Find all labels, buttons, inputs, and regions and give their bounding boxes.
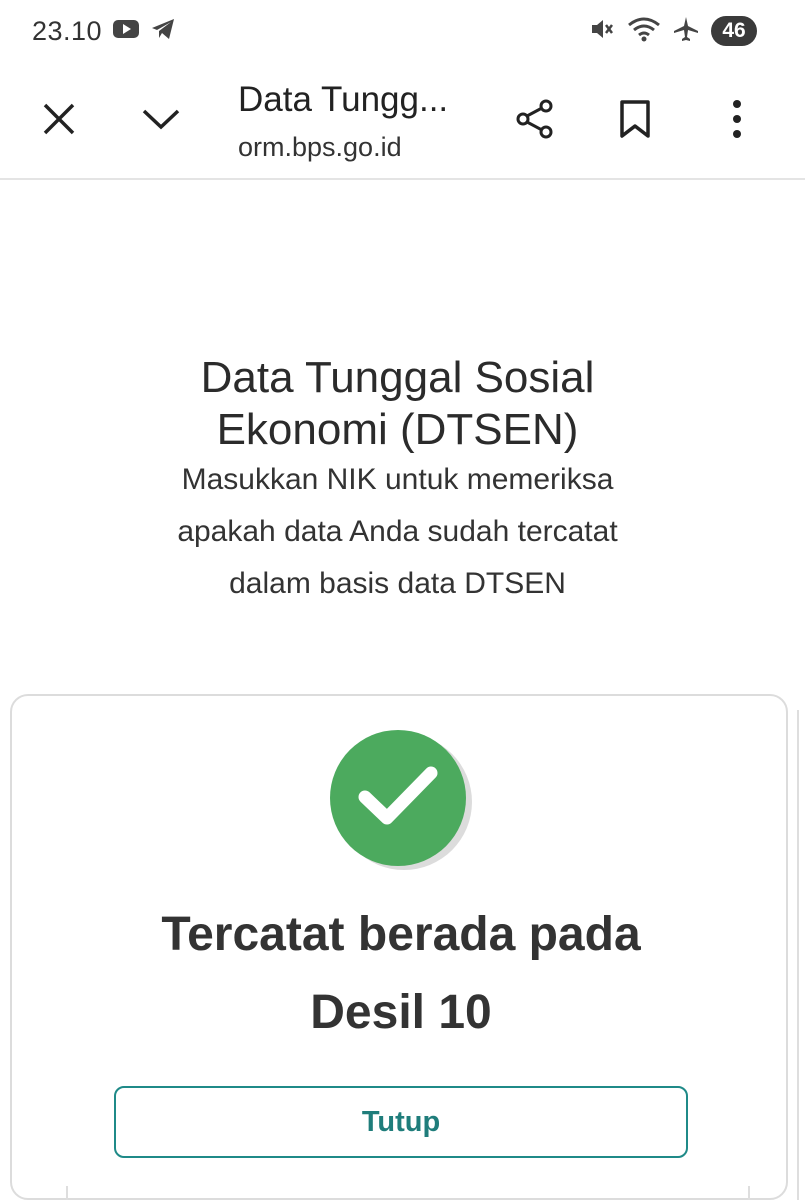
telegram-icon [150,17,176,46]
page-heading: Data Tunggal Sosial Ekonomi (DTSEN) [0,352,795,456]
more-vert-icon [731,99,743,144]
chevron-down-icon [141,107,181,136]
youtube-icon [112,18,140,45]
minimize-button[interactable] [132,92,190,150]
status-left: 23.10 [32,16,176,47]
share-button[interactable] [506,92,564,150]
wifi-icon [627,16,661,47]
page-description: Masukkan NIK untuk memeriksa apakah data… [0,454,795,610]
page-description-line-2: apakah data Anda sudah tercatat [177,515,618,548]
more-options-button[interactable] [708,92,766,150]
share-icon [515,98,555,145]
result-dialog: Tercatat berada pada Desil 10 Tutup [10,694,788,1200]
close-tab-button[interactable] [30,92,88,150]
background-panel-edge [66,1186,750,1200]
page-heading-line-2: Ekonomi (DTSEN) [216,405,579,454]
status-bar: 23.10 46 [0,0,805,62]
status-right: 46 [589,16,757,47]
status-time: 23.10 [32,15,103,46]
result-decile: Desil 10 [310,986,492,1039]
success-badge [330,730,466,866]
browser-toolbar: Data Tungg... orm.bps.go.id [0,62,805,180]
mute-icon [589,16,615,47]
page-heading-line-1: Data Tunggal Sosial [200,353,595,402]
background-card-edge [797,710,805,1200]
page-url[interactable]: orm.bps.go.id [238,132,468,163]
close-icon [42,102,76,141]
bookmark-button[interactable] [606,92,664,150]
bookmark-icon [619,99,651,144]
checkmark-icon [353,761,443,836]
page-description-line-1: Masukkan NIK untuk memeriksa [181,463,614,496]
battery-indicator: 46 [711,16,757,46]
page-title-bar: Data Tungg... [238,80,449,119]
page-description-line-3: dalam basis data DTSEN [229,567,566,600]
close-dialog-button[interactable]: Tutup [114,1086,688,1158]
result-message: Tercatat berada pada Desil 10 [12,896,790,1052]
result-message-line-1: Tercatat berada pada [161,908,641,961]
airplane-icon [673,16,699,47]
